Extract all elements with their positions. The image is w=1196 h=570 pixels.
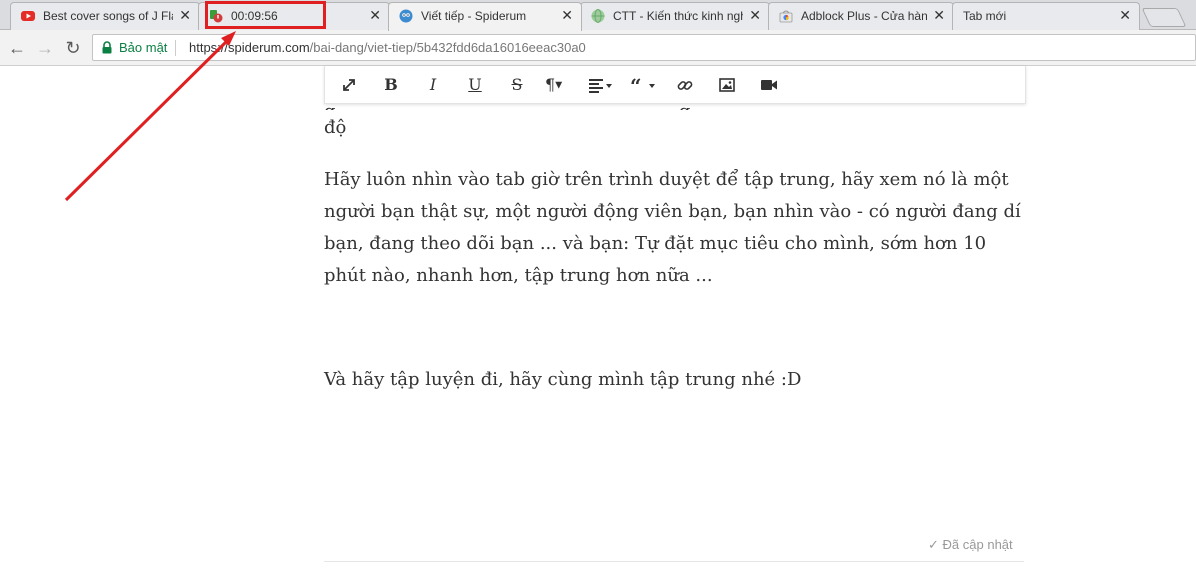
image-icon[interactable] — [717, 75, 737, 95]
underline-button[interactable]: U — [465, 75, 485, 95]
reload-icon[interactable]: ↻ — [63, 38, 83, 58]
paragraph-icon: ¶ — [545, 75, 556, 94]
address-bar[interactable]: Bảo mật https://spiderum.com/bai-dang/vi… — [92, 34, 1196, 61]
article-paragraph[interactable]: Hãy luôn nhìn vào tab giờ trên trình duy… — [324, 164, 1029, 292]
tab-title: Viết tiếp - Spiderum — [421, 9, 527, 23]
align-dropdown[interactable] — [587, 75, 617, 95]
url-text[interactable]: https://spiderum.com/bai-dang/viet-tiep/… — [189, 40, 586, 55]
globe-icon — [591, 9, 605, 23]
close-icon[interactable]: ✕ — [561, 7, 573, 23]
close-icon[interactable]: ✕ — [179, 7, 191, 23]
tab-strip: Best cover songs of J Fla ✕ 00:09:56 ✕ V… — [0, 0, 1196, 31]
strikethrough-button[interactable]: S — [507, 75, 527, 95]
separator — [175, 40, 176, 56]
quote-dropdown[interactable]: “ — [629, 75, 659, 95]
tab-title: CTT - Kiến thức kinh ngh — [613, 9, 743, 23]
check-icon: ✓ — [928, 537, 939, 552]
caret-down-icon: ▼ — [555, 80, 563, 91]
new-tab-button[interactable] — [1141, 8, 1187, 27]
url-path: /bai-dang/viet-tiep/5b432fdd6da16016eeac… — [309, 40, 586, 55]
tab-adblock[interactable]: Adblock Plus - Cửa hàng ✕ — [768, 2, 954, 30]
editor-toolbar: B I U S ¶▼ “ — [324, 66, 1026, 104]
annotation-highlight-box — [205, 1, 326, 29]
close-icon[interactable]: ✕ — [933, 7, 945, 23]
svg-text:“: “ — [630, 75, 642, 95]
back-arrow-icon[interactable]: ← — [7, 38, 27, 58]
tab-youtube[interactable]: Best cover songs of J Fla ✕ — [10, 2, 200, 30]
url-host: https://spiderum.com — [189, 40, 310, 55]
tab-title: Best cover songs of J Fla — [43, 9, 173, 23]
chrome-store-icon — [779, 9, 793, 23]
expand-icon[interactable] — [339, 75, 359, 95]
forward-arrow-icon[interactable]: → — [35, 38, 55, 58]
article-paragraph[interactable]: Và hãy tập luyện đi, hãy cùng mình tập t… — [324, 364, 1029, 396]
close-icon[interactable]: ✕ — [1119, 7, 1131, 23]
tab-new[interactable]: Tab mới ✕ — [952, 2, 1140, 30]
article-fragment[interactable]: độ — [324, 112, 1029, 144]
tab-spiderum[interactable]: Viết tiếp - Spiderum ✕ — [388, 2, 582, 31]
save-status-label: Đã cập nhật — [942, 537, 1013, 552]
lock-icon[interactable] — [101, 41, 113, 54]
italic-button[interactable]: I — [423, 75, 443, 95]
link-icon[interactable] — [675, 75, 695, 95]
secure-label[interactable]: Bảo mật — [119, 40, 167, 55]
save-status: ✓ Đã cập nhật — [928, 537, 1013, 553]
paragraph-dropdown[interactable]: ¶▼ — [545, 75, 575, 95]
spiderum-icon — [399, 9, 413, 23]
tab-ctt[interactable]: CTT - Kiến thức kinh ngh ✕ — [580, 2, 770, 30]
close-icon[interactable]: ✕ — [749, 7, 761, 23]
divider — [324, 561, 1024, 562]
youtube-icon — [21, 9, 35, 23]
video-icon[interactable] — [759, 75, 779, 95]
bold-button[interactable]: B — [381, 75, 401, 95]
close-icon[interactable]: ✕ — [369, 7, 381, 23]
tab-title: Adblock Plus - Cửa hàng — [801, 9, 927, 23]
browser-toolbar: ← → ↻ Bảo mật https://spiderum.com/bai-d… — [0, 30, 1196, 66]
tab-title: Tab mới — [963, 9, 1007, 23]
